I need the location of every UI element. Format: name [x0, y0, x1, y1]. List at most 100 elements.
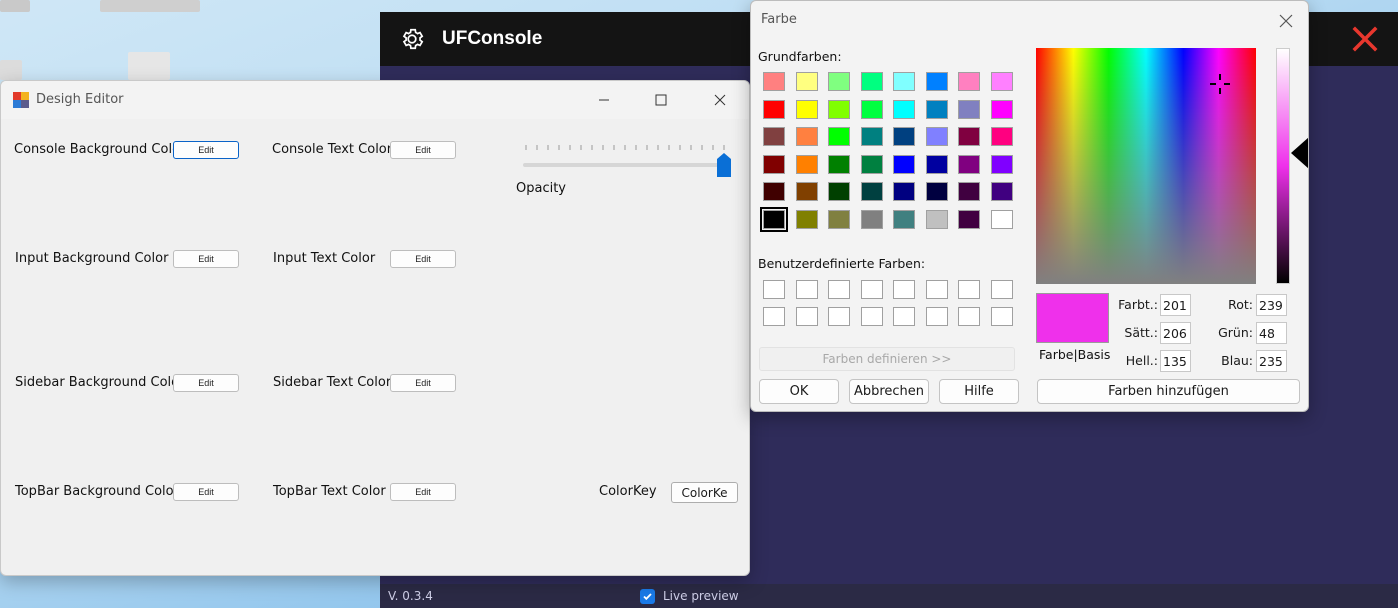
custom-color-swatch[interactable] [893, 280, 915, 299]
custom-color-swatch[interactable] [925, 280, 948, 299]
basic-color-swatch[interactable] [763, 99, 785, 119]
basic-color-swatch[interactable] [925, 154, 948, 174]
minimize-icon[interactable] [581, 81, 627, 119]
opacity-slider-thumb[interactable] [717, 153, 731, 177]
basic-color-swatch[interactable] [795, 127, 818, 146]
basic-color-swatch[interactable] [893, 209, 915, 229]
sidebar-background-color-label: Sidebar Background Color [15, 375, 185, 390]
basic-color-swatch[interactable] [763, 182, 785, 201]
help-button[interactable]: Hilfe [939, 379, 1019, 404]
custom-color-swatch[interactable] [893, 307, 915, 326]
basic-color-swatch[interactable] [893, 99, 915, 119]
input-text-edit-button[interactable]: Edit [390, 250, 456, 268]
custom-color-swatch[interactable] [925, 307, 948, 326]
custom-color-swatch[interactable] [763, 280, 785, 299]
gear-icon[interactable] [398, 25, 426, 53]
console-background-color-label: Console Background Color [14, 142, 186, 157]
custom-color-swatch[interactable] [860, 307, 883, 326]
color-spectrum[interactable] [1036, 48, 1256, 284]
basic-color-swatch[interactable] [990, 99, 1013, 119]
luminosity-arrow-icon[interactable] [1291, 137, 1308, 169]
basic-color-swatch[interactable] [860, 154, 883, 174]
custom-color-swatch[interactable] [860, 280, 883, 299]
opacity-slider-track[interactable] [523, 163, 729, 167]
luminosity-bar[interactable] [1276, 48, 1290, 284]
cancel-button[interactable]: Abbrechen [849, 379, 929, 404]
basic-color-swatch[interactable] [893, 182, 915, 201]
basic-color-swatch[interactable] [828, 182, 850, 201]
red-input[interactable]: 239 [1256, 294, 1287, 316]
custom-color-swatch[interactable] [990, 280, 1013, 299]
basic-color-swatch[interactable] [925, 182, 948, 201]
basic-color-swatch[interactable] [795, 72, 818, 91]
luminosity-input[interactable]: 135 [1160, 350, 1191, 372]
basic-color-swatch[interactable] [828, 127, 850, 146]
topbar-background-edit-button[interactable]: Edit [173, 483, 239, 501]
custom-color-swatch[interactable] [795, 280, 818, 299]
basic-color-swatch[interactable] [958, 72, 980, 91]
basic-color-swatch[interactable] [860, 182, 883, 201]
custom-color-swatch[interactable] [795, 307, 818, 326]
basic-color-swatch[interactable] [958, 209, 980, 229]
basic-color-swatch[interactable] [925, 127, 948, 146]
basic-color-swatch[interactable] [828, 72, 850, 91]
basic-color-swatch[interactable] [925, 72, 948, 91]
crosshair-icon[interactable] [1208, 72, 1232, 96]
input-background-edit-button[interactable]: Edit [173, 250, 239, 268]
add-colors-button[interactable]: Farben hinzufügen [1037, 379, 1300, 404]
custom-color-swatch[interactable] [828, 307, 850, 326]
basic-color-swatch[interactable] [795, 99, 818, 119]
sidebar-background-edit-button[interactable]: Edit [173, 374, 239, 392]
basic-color-swatch[interactable] [958, 182, 980, 201]
ok-button[interactable]: OK [759, 379, 839, 404]
green-input[interactable]: 48 [1256, 322, 1287, 344]
basic-color-swatch[interactable] [763, 72, 785, 91]
basic-color-swatch[interactable] [990, 209, 1013, 229]
basic-color-swatch[interactable] [925, 99, 948, 119]
basic-color-swatch[interactable] [760, 206, 788, 232]
custom-color-swatch[interactable] [828, 280, 850, 299]
sidebar-text-edit-button[interactable]: Edit [390, 374, 456, 392]
basic-color-swatch[interactable] [958, 154, 980, 174]
basic-color-swatch[interactable] [860, 72, 883, 91]
topbar-text-edit-button[interactable]: Edit [390, 483, 456, 501]
console-background-edit-button[interactable]: Edit [173, 141, 239, 159]
basic-color-swatch[interactable] [860, 127, 883, 146]
custom-color-swatch[interactable] [958, 280, 980, 299]
basic-color-swatch[interactable] [893, 127, 915, 146]
blue-input[interactable]: 235 [1256, 350, 1287, 372]
custom-color-swatch[interactable] [763, 307, 785, 326]
basic-color-swatch[interactable] [990, 127, 1013, 146]
basic-color-swatch[interactable] [990, 154, 1013, 174]
basic-color-swatch[interactable] [860, 209, 883, 229]
basic-color-swatch[interactable] [763, 154, 785, 174]
custom-color-swatch[interactable] [990, 307, 1013, 326]
basic-color-swatch[interactable] [795, 209, 818, 229]
basic-color-swatch[interactable] [860, 99, 883, 119]
basic-color-swatch[interactable] [828, 99, 850, 119]
checkbox-checked-icon[interactable] [640, 588, 655, 604]
define-colors-button[interactable]: Farben definieren >> [759, 347, 1015, 371]
live-preview-toggle[interactable]: Live preview [640, 588, 739, 604]
basic-color-swatch[interactable] [990, 182, 1013, 201]
colorkey-button[interactable]: ColorKe [671, 482, 738, 503]
maximize-icon[interactable] [638, 81, 684, 119]
basic-color-swatch[interactable] [795, 154, 818, 174]
close-icon[interactable] [1274, 9, 1298, 33]
basic-color-swatch[interactable] [763, 127, 785, 146]
basic-color-swatch[interactable] [795, 182, 818, 201]
saturation-input[interactable]: 206 [1160, 322, 1191, 344]
basic-color-swatch[interactable] [990, 72, 1013, 91]
basic-color-swatch[interactable] [828, 209, 850, 229]
close-x-icon[interactable] [1350, 24, 1380, 54]
basic-color-swatch[interactable] [925, 209, 948, 229]
basic-color-swatch[interactable] [958, 99, 980, 119]
console-text-edit-button[interactable]: Edit [390, 141, 456, 159]
basic-color-swatch[interactable] [893, 154, 915, 174]
hue-input[interactable]: 201 [1160, 294, 1191, 316]
custom-color-swatch[interactable] [958, 307, 980, 326]
close-icon[interactable] [697, 81, 743, 119]
basic-color-swatch[interactable] [958, 127, 980, 146]
basic-color-swatch[interactable] [828, 154, 850, 174]
basic-color-swatch[interactable] [893, 72, 915, 91]
